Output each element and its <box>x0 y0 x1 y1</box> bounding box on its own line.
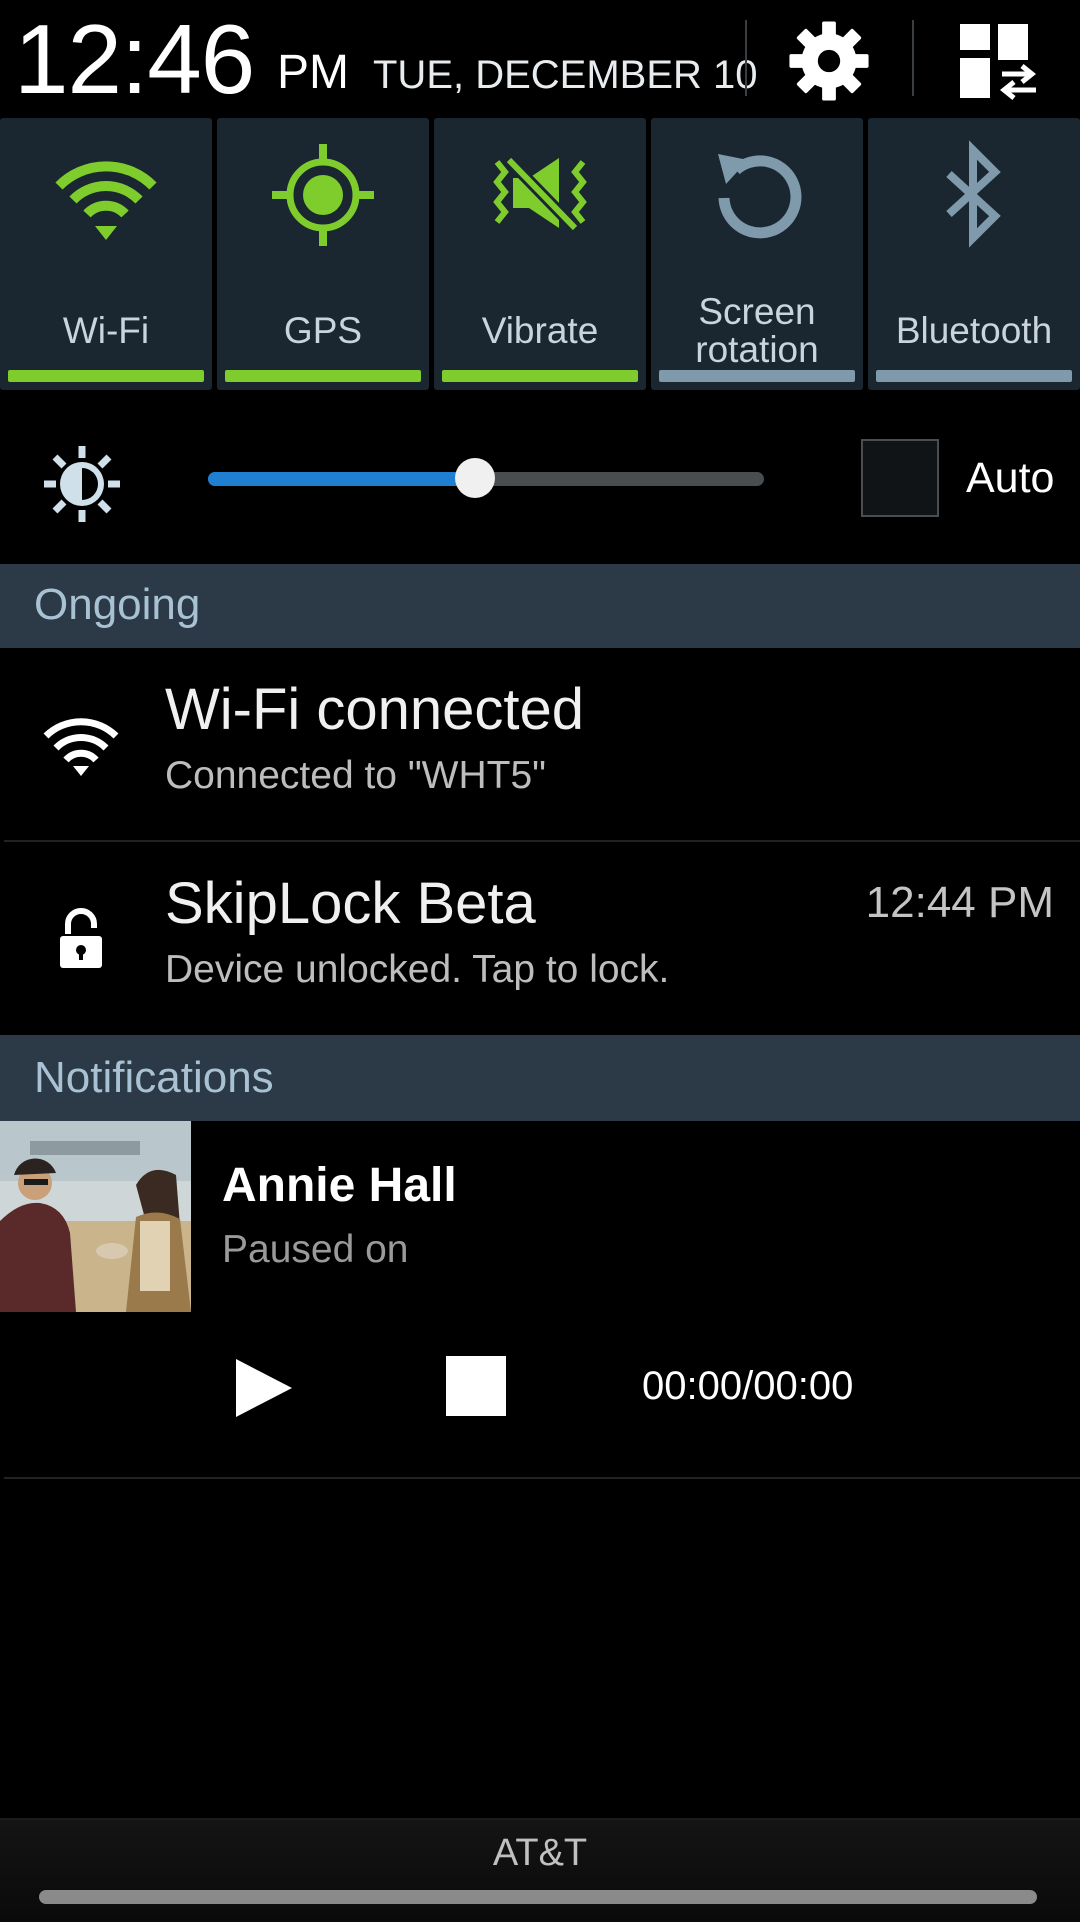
notification-title: Wi-Fi connected <box>165 677 585 742</box>
toggle-status-bar <box>876 370 1072 382</box>
stop-button[interactable] <box>446 1356 506 1416</box>
notification-subtitle: Connected to "WHT5" <box>165 754 547 797</box>
list-divider <box>4 1477 1080 1479</box>
notification-wifi-connected[interactable]: Wi-Fi connected Connected to "WHT5" <box>0 650 1080 840</box>
list-divider <box>4 840 1080 842</box>
notification-time: 12:44 PM <box>865 878 1054 927</box>
section-title: Ongoing <box>34 580 201 629</box>
brightness-slider-fill <box>208 472 475 486</box>
notification-title: SkipLock Beta <box>165 871 536 936</box>
section-title: Notifications <box>34 1053 274 1102</box>
auto-brightness-label: Auto <box>966 454 1055 502</box>
gps-icon <box>272 144 374 246</box>
wifi-icon <box>55 161 157 240</box>
toggle-screen-rotation[interactable]: Screen rotation <box>651 118 863 390</box>
play-icon <box>236 1359 292 1417</box>
wifi-icon <box>43 718 119 776</box>
toggle-status-bar <box>659 370 855 382</box>
screen-rotation-icon <box>718 154 802 239</box>
vibrate-icon <box>493 155 587 233</box>
unlocked-padlock-icon <box>60 908 102 968</box>
media-elapsed-duration: 00:00/00:00 <box>642 1364 854 1408</box>
toggle-label: GPS <box>283 310 363 351</box>
carrier-label: AT&T <box>492 1832 588 1874</box>
toggle-status-bar <box>8 370 204 382</box>
bluetooth-icon <box>946 140 1001 248</box>
toggle-grid-icon[interactable] <box>958 22 1038 100</box>
notification-subtitle: Device unlocked. Tap to lock. <box>165 948 670 991</box>
auto-brightness-checkbox[interactable] <box>861 439 939 517</box>
header-divider <box>745 20 747 96</box>
toggle-bluetooth[interactable]: Bluetooth <box>868 118 1080 390</box>
toggle-label: Vibrate <box>481 310 599 351</box>
settings-gear-icon[interactable] <box>786 18 872 104</box>
toggle-gps[interactable]: GPS <box>217 118 429 390</box>
media-title: Annie Hall <box>222 1159 457 1212</box>
toggle-label: Bluetooth <box>895 310 1053 351</box>
toggle-vibrate[interactable]: Vibrate <box>434 118 646 390</box>
toggle-status-bar <box>442 370 638 382</box>
toggle-label: Screen rotation <box>695 291 819 370</box>
album-art-thumbnail <box>0 1121 191 1312</box>
play-button[interactable] <box>230 1355 296 1421</box>
header-divider <box>912 20 914 96</box>
date-label: TUE, DECEMBER 10 <box>373 53 758 97</box>
clock-ampm: PM <box>277 46 349 99</box>
section-header-ongoing: Ongoing <box>0 564 1080 648</box>
media-status: Paused on <box>222 1228 409 1271</box>
clock-time: 12:46 <box>14 4 255 114</box>
toggle-status-bar <box>225 370 421 382</box>
panel-drag-handle[interactable] <box>39 1890 1037 1904</box>
brightness-slider-thumb[interactable] <box>455 458 495 498</box>
toggle-wifi[interactable]: Wi-Fi <box>0 118 212 390</box>
brightness-icon <box>40 442 124 526</box>
notification-skiplock[interactable]: SkipLock Beta Device unlocked. Tap to lo… <box>0 844 1080 1034</box>
section-header-notifications: Notifications <box>0 1035 1080 1121</box>
toggle-label: Wi-Fi <box>62 310 150 351</box>
